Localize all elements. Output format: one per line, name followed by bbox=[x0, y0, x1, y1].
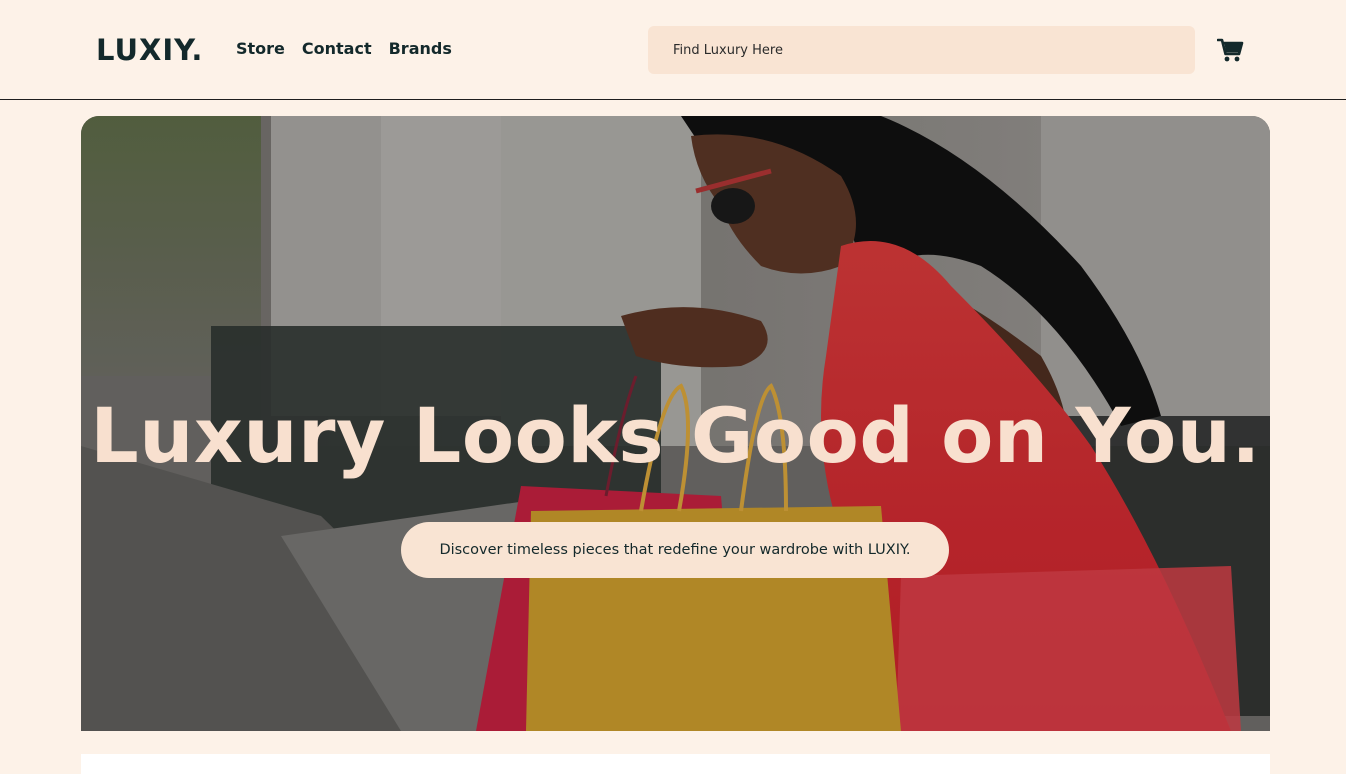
hero-tagline: Discover timeless pieces that redefine y… bbox=[401, 522, 949, 578]
hero-banner: Luxury Looks Good on You. Discover timel… bbox=[81, 116, 1270, 731]
nav-link-brands[interactable]: Brands bbox=[389, 38, 452, 60]
next-section-peek bbox=[81, 754, 1270, 774]
search-bar bbox=[648, 26, 1195, 74]
search-input[interactable] bbox=[671, 41, 1195, 59]
hero-title: Luxury Looks Good on You. bbox=[90, 390, 1261, 480]
logo[interactable]: LUXIY. bbox=[96, 33, 203, 67]
main-nav: Store Contact Brands bbox=[236, 38, 452, 60]
shopping-cart-icon[interactable] bbox=[1216, 37, 1244, 63]
nav-link-store[interactable]: Store bbox=[236, 38, 285, 60]
nav-link-contact[interactable]: Contact bbox=[302, 38, 372, 60]
site-header: LUXIY. Store Contact Brands bbox=[0, 0, 1346, 100]
